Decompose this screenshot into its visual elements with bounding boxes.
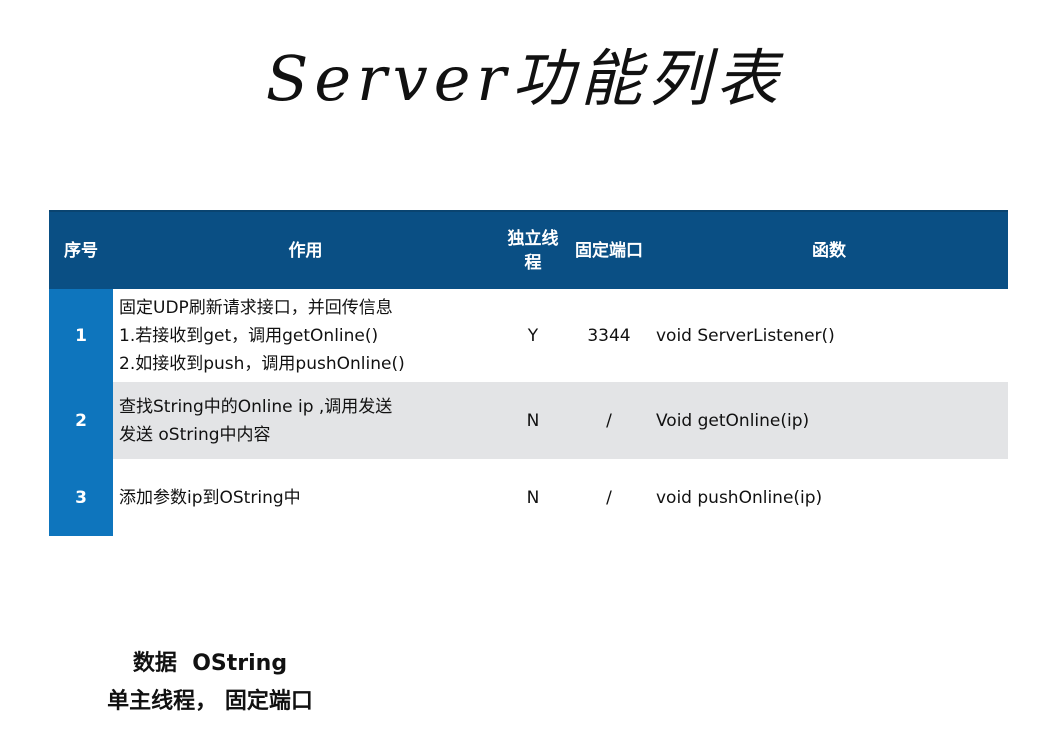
row-index: 1 xyxy=(49,289,113,382)
notes-block: 数据 OString 单主线程， 固定端口 xyxy=(60,645,360,721)
row-port: 3344 xyxy=(568,289,650,382)
row-function: Void getOnline(ip) xyxy=(650,382,1008,459)
header-index: 序号 xyxy=(49,210,113,289)
row-function: void pushOnline(ip) xyxy=(650,459,1008,536)
row-port: / xyxy=(568,459,650,536)
page-title: Server功能列表 xyxy=(265,42,785,115)
row-description: 查找String中的Online ip ,调用发送 发送 oString中内容 xyxy=(113,382,498,459)
header-purpose: 作用 xyxy=(113,210,498,289)
row-thread: N xyxy=(498,459,568,536)
row-description: 固定UDP刷新请求接口，并回传信息 1.若接收到get，调用getOnline(… xyxy=(113,289,498,382)
description-line: 固定UDP刷新请求接口，并回传信息 xyxy=(119,297,393,318)
note-data: 数据 OString xyxy=(132,651,288,676)
table-row: 3 添加参数ip到OString中 N / void pushOnline(ip… xyxy=(49,459,1008,536)
description-line: 查找String中的Online ip ,调用发送 xyxy=(119,396,393,417)
row-index: 2 xyxy=(49,382,113,459)
row-function: void ServerListener() xyxy=(650,289,1008,382)
row-thread: Y xyxy=(498,289,568,382)
row-thread: N xyxy=(498,382,568,459)
description-line: 2.如接收到push，调用pushOnline() xyxy=(119,353,405,374)
description-line: 发送 oString中内容 xyxy=(119,424,271,445)
header-function: 函数 xyxy=(650,210,1008,289)
header-port: 固定端口 xyxy=(568,210,650,289)
table-row: 2 查找String中的Online ip ,调用发送 发送 oString中内… xyxy=(49,382,1008,459)
row-index: 3 xyxy=(49,459,113,536)
table-header-row: 序号 作用 独立线程 固定端口 函数 xyxy=(49,210,1008,289)
row-description: 添加参数ip到OString中 xyxy=(113,459,498,536)
description-line: 1.若接收到get，调用getOnline() xyxy=(119,325,379,346)
function-table: 序号 作用 独立线程 固定端口 函数 1 固定UDP刷新请求接口，并回传信息 1… xyxy=(49,210,1008,536)
row-port: / xyxy=(568,382,650,459)
description-line: 添加参数ip到OString中 xyxy=(119,487,301,508)
header-thread: 独立线程 xyxy=(498,210,568,289)
table-row: 1 固定UDP刷新请求接口，并回传信息 1.若接收到get，调用getOnlin… xyxy=(49,289,1008,382)
note-thread: 单主线程， 固定端口 xyxy=(107,689,313,714)
